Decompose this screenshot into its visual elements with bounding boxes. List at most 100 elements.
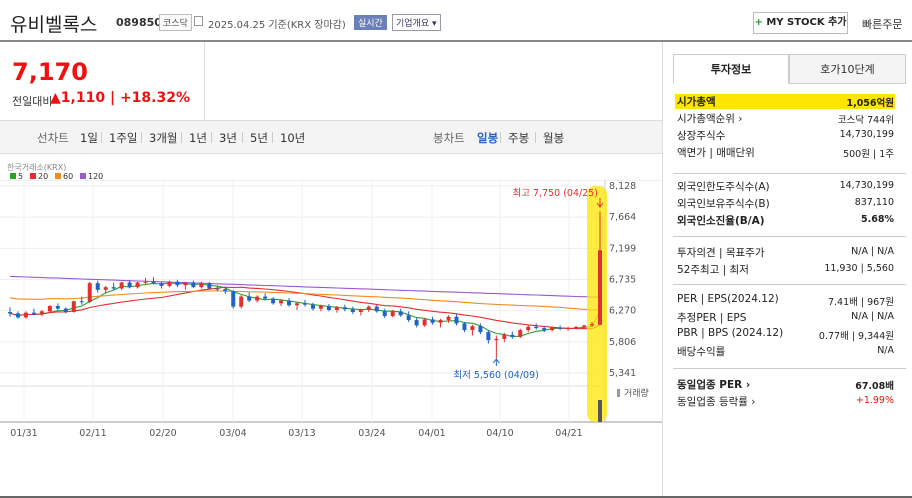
y-tick-label: 7,664 — [609, 212, 636, 223]
candle-body — [390, 311, 395, 317]
market-badge: 코스닥 — [159, 14, 192, 31]
info-label: 52주최고 | 최저 — [677, 264, 749, 276]
info-value: 11,930 | 5,560 — [824, 263, 894, 274]
candle-body — [526, 326, 531, 331]
up-arrow-icon: ▲ — [50, 90, 61, 106]
x-tick-label: 01/31 — [10, 428, 37, 439]
change-label: 전일대비 — [12, 95, 53, 108]
info-value: N/A — [877, 345, 894, 356]
candle-body — [590, 324, 595, 326]
candle-body — [103, 287, 108, 290]
divider — [673, 173, 906, 174]
candle-body — [135, 282, 140, 288]
candle-body — [151, 281, 156, 284]
candle-body — [366, 306, 371, 310]
date-text: 2025.04.25 기준(KRX 장마감) — [208, 20, 346, 31]
candle-body — [598, 250, 602, 325]
candle-body — [167, 281, 172, 286]
quick-order-link[interactable]: 빠른주문 — [862, 16, 902, 32]
info-value: 1,056억원 — [846, 98, 894, 109]
info-label[interactable]: 동일업종 등락률 › — [677, 394, 756, 409]
tab-period-3m[interactable]: 3개월 — [149, 130, 177, 146]
x-tick-label: 04/10 — [486, 428, 513, 439]
my-stock-add-button[interactable]: + MY STOCK 추가 — [753, 12, 848, 34]
company-overview-dropdown[interactable]: 기업개요 ▾ — [392, 14, 441, 31]
candle-body — [39, 311, 44, 315]
candle-body — [374, 306, 379, 312]
divider — [101, 132, 102, 143]
tab-monthly[interactable]: 월봉 — [543, 130, 564, 146]
tab-period-10y[interactable]: 10년 — [280, 130, 305, 146]
legend-swatch — [55, 173, 61, 179]
divider — [141, 132, 142, 143]
info-value: 0.77배 | 9,344원 — [818, 331, 894, 342]
tab-period-3y[interactable]: 3년 — [219, 130, 237, 146]
info-label[interactable]: 동일업종 PER › — [677, 377, 750, 392]
candle-body — [494, 338, 499, 341]
tab-period-1d[interactable]: 1일 — [80, 130, 98, 146]
candle-body — [271, 298, 276, 304]
candle-body — [574, 326, 579, 329]
divider — [673, 236, 906, 237]
candle-body — [398, 311, 403, 316]
candle-body — [111, 287, 116, 289]
info-label[interactable]: 시가총액순위 › — [677, 111, 743, 126]
candle-body — [143, 281, 148, 283]
up-arrow-icon — [492, 358, 500, 366]
change-value: 1,110 — [60, 90, 106, 106]
tab-weekly[interactable]: 주봉 — [508, 130, 529, 146]
info-label: 투자의견 | 목표주가 — [677, 247, 765, 259]
tab-period-1y[interactable]: 1년 — [189, 130, 207, 146]
tab-invest-info[interactable]: 투자정보 — [673, 54, 789, 84]
candle-body — [207, 283, 212, 289]
info-value: 7.41배 | 967원 — [827, 297, 894, 308]
candle-body — [127, 282, 132, 288]
info-value: +1.99% — [855, 395, 894, 406]
candle-body — [303, 303, 307, 305]
divider — [242, 132, 243, 143]
candle-body — [31, 312, 36, 315]
info-label: 시가총액 — [677, 96, 716, 108]
realtime-button[interactable]: 실시간 — [354, 15, 387, 30]
volume-icon — [617, 389, 620, 397]
candle-body — [318, 305, 323, 309]
candle-body — [79, 301, 84, 303]
info-label: PBR | BPS (2024.12) — [677, 327, 784, 339]
info-label: 외국인보유주식수(B) — [677, 198, 770, 210]
info-value: 500원 | 1주 — [843, 149, 894, 160]
x-tick-label: 04/01 — [418, 428, 445, 439]
candle-body — [334, 307, 339, 310]
candle-body — [558, 327, 563, 329]
candle-body — [478, 326, 483, 333]
candle-body — [414, 320, 419, 326]
tab-order-book[interactable]: 호가10단계 — [789, 54, 906, 84]
info-label: 배당수익률 — [677, 346, 726, 358]
candle-body — [446, 316, 451, 321]
calendar-icon — [194, 16, 203, 26]
candle-body — [470, 326, 475, 331]
tab-candle-chart[interactable]: 봉차트 — [433, 130, 465, 146]
candle-body — [47, 305, 52, 312]
candle-body — [582, 325, 587, 327]
candle-body — [542, 328, 547, 331]
candle-body — [406, 315, 411, 321]
stock-code: 089850 — [116, 16, 162, 29]
info-value: N/A | N/A — [851, 246, 894, 257]
candle-body — [287, 300, 292, 306]
tab-period-5y[interactable]: 5년 — [250, 130, 268, 146]
x-tick-label: 03/24 — [358, 428, 385, 439]
price-chart[interactable]: 최고 7,750 (04/25) 최저 5,560 (04/09) 8,128 7,… — [0, 180, 662, 440]
high-annotation: 최고 7,750 (04/25) — [512, 188, 598, 199]
tab-line-chart[interactable]: 선차트 — [37, 130, 69, 146]
candle-body — [119, 282, 124, 289]
tab-daily[interactable]: 일봉 — [477, 130, 498, 146]
candle-body — [310, 304, 315, 309]
info-value: 14,730,199 — [839, 129, 894, 140]
info-label: 추정PER | EPS — [677, 312, 747, 324]
x-tick-label: 04/21 — [555, 428, 582, 439]
candle-body — [255, 296, 260, 301]
candle-body — [239, 296, 244, 307]
plus-icon: + — [754, 17, 763, 28]
candle-body — [223, 289, 228, 292]
tab-period-1w[interactable]: 1주일 — [109, 130, 137, 146]
